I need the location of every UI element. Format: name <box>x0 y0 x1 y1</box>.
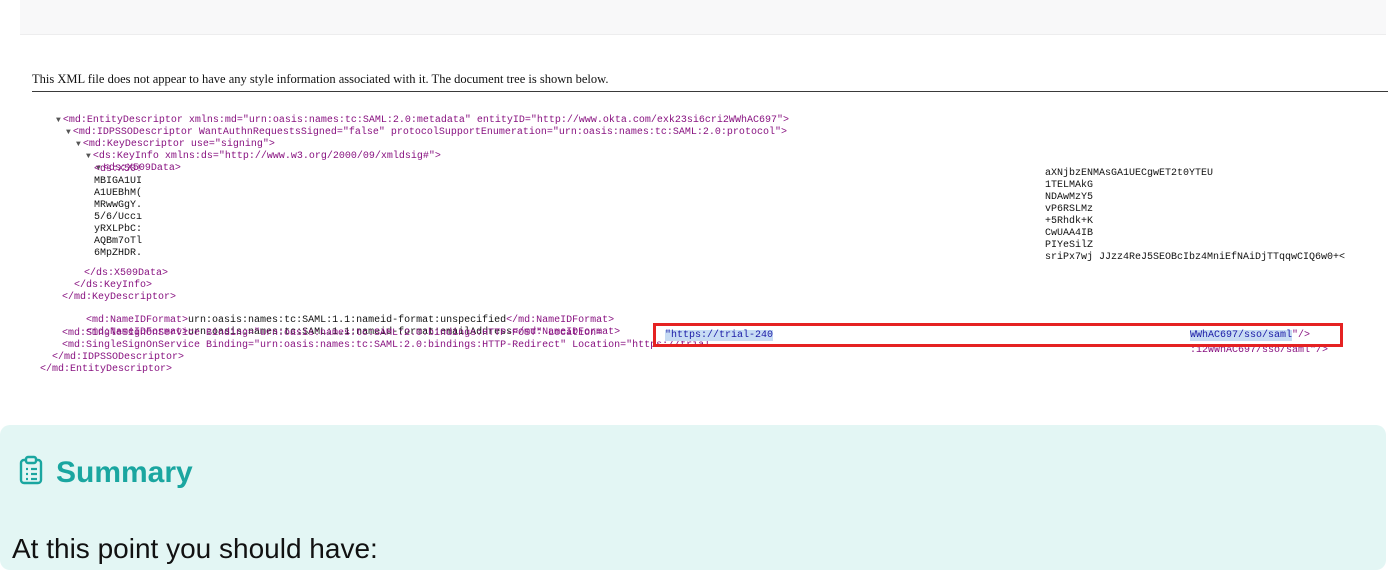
summary-body: At this point you should have: <box>12 533 378 564</box>
sso-redirect-line: <md:SingleSignOnService Binding="urn:oas… <box>62 340 711 351</box>
xml-style-notice: This XML file does not appear to have an… <box>32 72 609 86</box>
top-bar <box>20 0 1386 35</box>
cert-line-right: aXNjbzENMAsGA1UECgwET2t0YTEU <box>1045 168 1214 179</box>
idpsso-close-tag: </md:IDPSSODescriptor> <box>52 352 185 363</box>
entity-descriptor-close-tag: </md:EntityDescriptor> <box>40 364 173 375</box>
highlight-box <box>653 323 1343 347</box>
cert-line-right: PIYeSilZ <box>1045 240 1094 251</box>
cert-line-right: 1TELMAkG <box>1045 180 1094 191</box>
cert-line-left: AQBm7oTl <box>94 236 143 247</box>
cert-line-right: NDAwMzY5 <box>1045 192 1094 203</box>
key-info-close-tag: </ds:KeyInfo> <box>74 280 153 291</box>
cert-line-right: vP6RSLMz <box>1045 204 1094 215</box>
nameid-format-email-line: <md:NameIDFormat>urn:oasis:names:tc:SAML… <box>62 316 620 338</box>
summary-title: Summary <box>56 455 193 489</box>
xml-line-entity-descriptor[interactable]: ▼ <md:EntityDescriptor xmlns:md="urn:oasi… <box>32 104 789 126</box>
xml-line-x509data[interactable]: ▼ <ds:X509Data> <box>72 152 181 174</box>
cert-line-left: MRwwGgY. <box>94 200 143 211</box>
cert-line-left: A1UEBhM( <box>94 188 143 199</box>
cert-line-left: 6MpZHDR. <box>94 248 143 259</box>
cert-line-right: sriPx7wj JJzz4ReJ5SEOBcIbz4MniEfNAiDjTTq… <box>1045 252 1346 263</box>
xml-line-key-info[interactable]: ▼ <ds:KeyInfo xmlns:ds="http://www.w3.org… <box>62 140 441 162</box>
cert-line-left: yRXLPbC: <box>94 224 143 235</box>
cert-line-left: <ds:X50! <box>94 164 143 175</box>
clipboard-list-icon <box>18 455 44 490</box>
cert-line-left: 5/6/Uccı <box>94 212 143 223</box>
summary-header: Summary <box>18 455 193 490</box>
summary-callout: Summary At this point you should have: <box>0 425 1386 570</box>
xml-line-key-descriptor[interactable]: ▼ <md:KeyDescriptor use="signing"> <box>52 128 275 150</box>
x509data-close-tag: </ds:X509Data> <box>84 268 169 279</box>
key-descriptor-close-tag: </md:KeyDescriptor> <box>62 292 177 303</box>
cert-line-right: CwUAA4IB <box>1045 228 1094 239</box>
cert-line-right: +5Rhdk+K <box>1045 216 1094 227</box>
xml-document-tree: ▼ <md:EntityDescriptor xmlns:md="urn:oasi… <box>32 104 1388 394</box>
xml-notice-divider <box>32 91 1388 92</box>
nameid-format-unspecified-line: <md:NameIDFormat>urn:oasis:names:tc:SAML… <box>62 304 614 326</box>
sso-post-line: <md:SingleSignOnService Binding="urn:oas… <box>62 328 603 339</box>
xml-line-idpsso-descriptor[interactable]: ▼ <md:IDPSSODescriptor WantAuthnRequestsS… <box>42 116 787 138</box>
cert-line-left: MBIGA1UI <box>94 176 143 187</box>
